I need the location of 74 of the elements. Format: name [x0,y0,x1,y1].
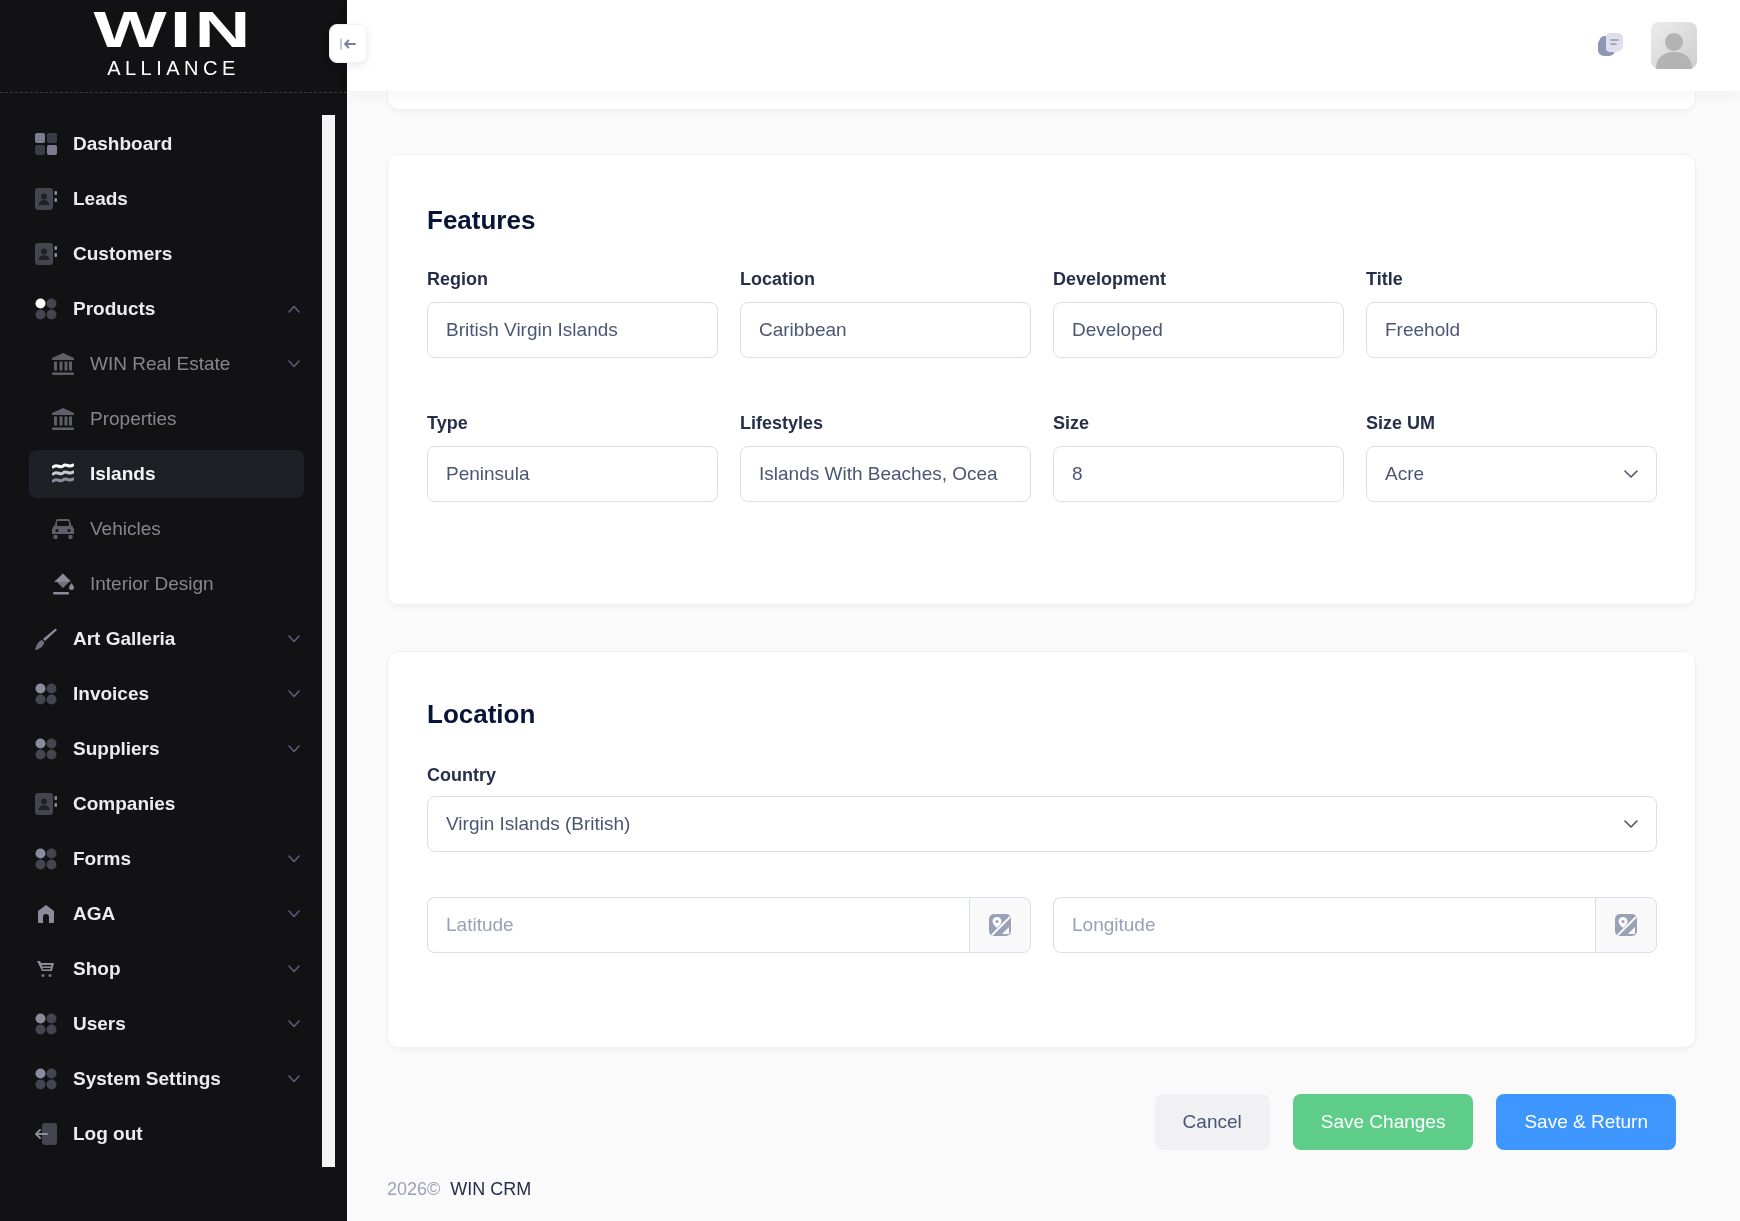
sidebar-item[interactable]: Interior Design [29,560,304,608]
field-label: Country [427,765,497,785]
grid-icon [35,133,57,155]
logo-wordmark: WIN [93,5,254,55]
contact-card-icon [35,188,57,210]
sidebar-item[interactable]: Properties [29,395,304,443]
sidebar-item[interactable]: Islands [29,450,304,498]
dots-icon [35,1068,57,1090]
dots-icon [35,738,57,760]
field-label: Title [1366,269,1404,289]
section-title: Features [427,205,537,235]
logout-icon [35,1123,57,1145]
sidebar-item[interactable]: Invoices [29,670,304,718]
user-avatar[interactable] [1651,22,1697,69]
chat-bubbles-icon[interactable] [1597,33,1623,58]
input-field[interactable]: 8 [1053,446,1344,502]
map-pin-button[interactable] [1595,897,1657,953]
field-label: Location [740,269,816,289]
dots-icon [35,683,57,705]
sidebar-item[interactable]: Leads [29,175,304,223]
input-field[interactable]: Freehold [1366,302,1657,358]
sidebar-item[interactable]: Suppliers [29,725,304,773]
field-label: Size UM [1366,413,1436,433]
sidebar-item[interactable]: Companies [29,780,304,828]
logo-tagline: ALLIANCE [107,58,240,78]
field-label: Lifestyles [740,413,825,433]
input-field[interactable]: Peninsula [427,446,718,502]
cart-icon [37,960,55,978]
input-field[interactable]: British Virgin Islands [427,302,718,358]
sidebar-item[interactable]: Forms [29,835,304,883]
field-label: Size [1053,413,1091,433]
sidebar-item[interactable]: System Settings [29,1055,304,1103]
sidebar-item[interactable]: Shop [29,945,304,993]
dots-icon [35,298,57,320]
collapse-sidebar-button[interactable] [329,24,367,63]
field-label: Development [1053,269,1168,289]
field-label: Type [427,413,469,433]
sidebar-item[interactable]: Users [29,1000,304,1048]
footer-link[interactable]: WIN CRM [450,1179,532,1199]
car-icon [52,519,74,539]
sidebar-item[interactable]: AGA [29,890,304,938]
field-label: Region [427,269,489,289]
select-field[interactable]: Virgin Islands (British) [427,796,1657,852]
chevron-down-icon [1624,470,1638,478]
sidebar-item[interactable]: Dashboard [29,120,304,168]
dots-icon [35,848,57,870]
section-title: Location [427,699,537,729]
select-field[interactable]: Acre [1366,446,1657,502]
house-icon [37,905,55,923]
map-pin-icon [989,914,1011,936]
map-pin-icon [1615,914,1637,936]
sidebar-item[interactable]: Customers [29,230,304,278]
bank-icon [52,353,74,375]
collapse-arrow-icon [340,37,356,50]
contact-card-icon [35,243,57,265]
scrollbar[interactable] [322,115,335,1167]
input-field[interactable]: Caribbean [740,302,1031,358]
chevron-down-icon [1624,820,1638,828]
map-pin-button[interactable] [969,897,1031,953]
input-field[interactable]: Islands With Beaches, Ocea [740,446,1031,502]
input-field[interactable]: Developed [1053,302,1344,358]
contact-card-icon [35,793,57,815]
dots-icon [35,1013,57,1035]
waves-icon [52,463,74,485]
sidebar-item[interactable]: Art Galleria [29,615,304,663]
paint-bucket-icon [52,573,74,595]
brush-icon [35,628,57,650]
sidebar-item[interactable]: Products [29,285,304,333]
bank-icon [52,408,74,430]
sidebar-item[interactable]: WIN Real Estate [29,340,304,388]
sidebar-item[interactable]: Log out [29,1110,304,1158]
sidebar-item[interactable]: Vehicles [29,505,304,553]
cancel-button[interactable]: Cancel [1154,1094,1270,1150]
copyright-year: 2026© [387,1179,441,1199]
